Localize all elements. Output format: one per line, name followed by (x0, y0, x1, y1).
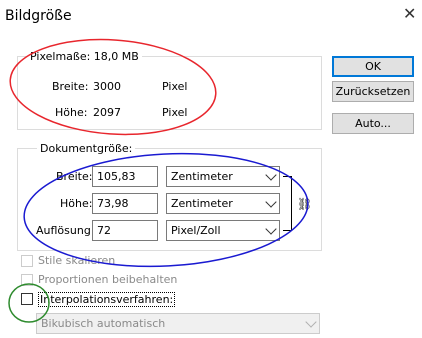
pixel-width-value: 3000 (93, 80, 121, 93)
reset-button[interactable]: Zurücksetzen (332, 81, 414, 102)
doc-resolution-unit-value: Pixel/Zoll (171, 224, 221, 237)
resample-checkbox[interactable] (21, 293, 33, 305)
doc-resolution-label: Auflösung: (36, 224, 95, 237)
doc-height-unit-select[interactable]: Zentimeter (166, 193, 280, 214)
resample-method-value: Bikubisch automatisch (41, 317, 166, 330)
link-bracket-bottom (283, 204, 292, 231)
scale-styles-checkbox[interactable] (21, 255, 33, 267)
pixel-height-value: 2097 (93, 106, 121, 119)
doc-width-label: Breite: (56, 170, 93, 183)
constrain-proportions-checkbox[interactable] (21, 274, 33, 286)
pixel-dimensions-legend: Pixelmaße: 18,0 MB (27, 50, 142, 63)
chevron-down-icon (305, 316, 317, 328)
chain-link-icon: ⛓ (297, 197, 313, 211)
scale-styles-label: Stile skalieren (38, 254, 116, 267)
doc-width-unit-select[interactable]: Zentimeter (166, 166, 280, 187)
ok-button[interactable]: OK (332, 56, 414, 77)
window-title: Bildgröße (5, 8, 72, 24)
constrain-proportions-label: Proportionen beibehalten (38, 273, 178, 286)
doc-height-input[interactable]: 73,98 (92, 193, 158, 214)
link-bracket-top (283, 176, 292, 205)
doc-resolution-unit-select[interactable]: Pixel/Zoll (166, 220, 280, 241)
pixel-height-label: Höhe: (55, 106, 88, 119)
resample-label: Interpolationsverfahren: (38, 292, 176, 307)
pixel-width-label: Breite: (52, 80, 89, 93)
doc-width-unit-value: Zentimeter (171, 170, 233, 183)
chevron-down-icon (265, 223, 277, 235)
chevron-down-icon (265, 169, 277, 181)
resample-method-select[interactable]: Bikubisch automatisch (36, 313, 320, 334)
auto-button[interactable]: Auto... (332, 113, 414, 134)
doc-width-input[interactable]: 105,83 (92, 166, 158, 187)
doc-height-unit-value: Zentimeter (171, 197, 233, 210)
pixel-height-unit: Pixel (162, 106, 188, 119)
doc-resolution-input[interactable]: 72 (92, 220, 158, 241)
close-icon[interactable]: ✕ (403, 6, 416, 22)
chevron-down-icon (265, 196, 277, 208)
document-size-legend: Dokumentgröße: (37, 142, 136, 155)
pixel-width-unit: Pixel (162, 80, 188, 93)
doc-height-label: Höhe: (60, 197, 93, 210)
